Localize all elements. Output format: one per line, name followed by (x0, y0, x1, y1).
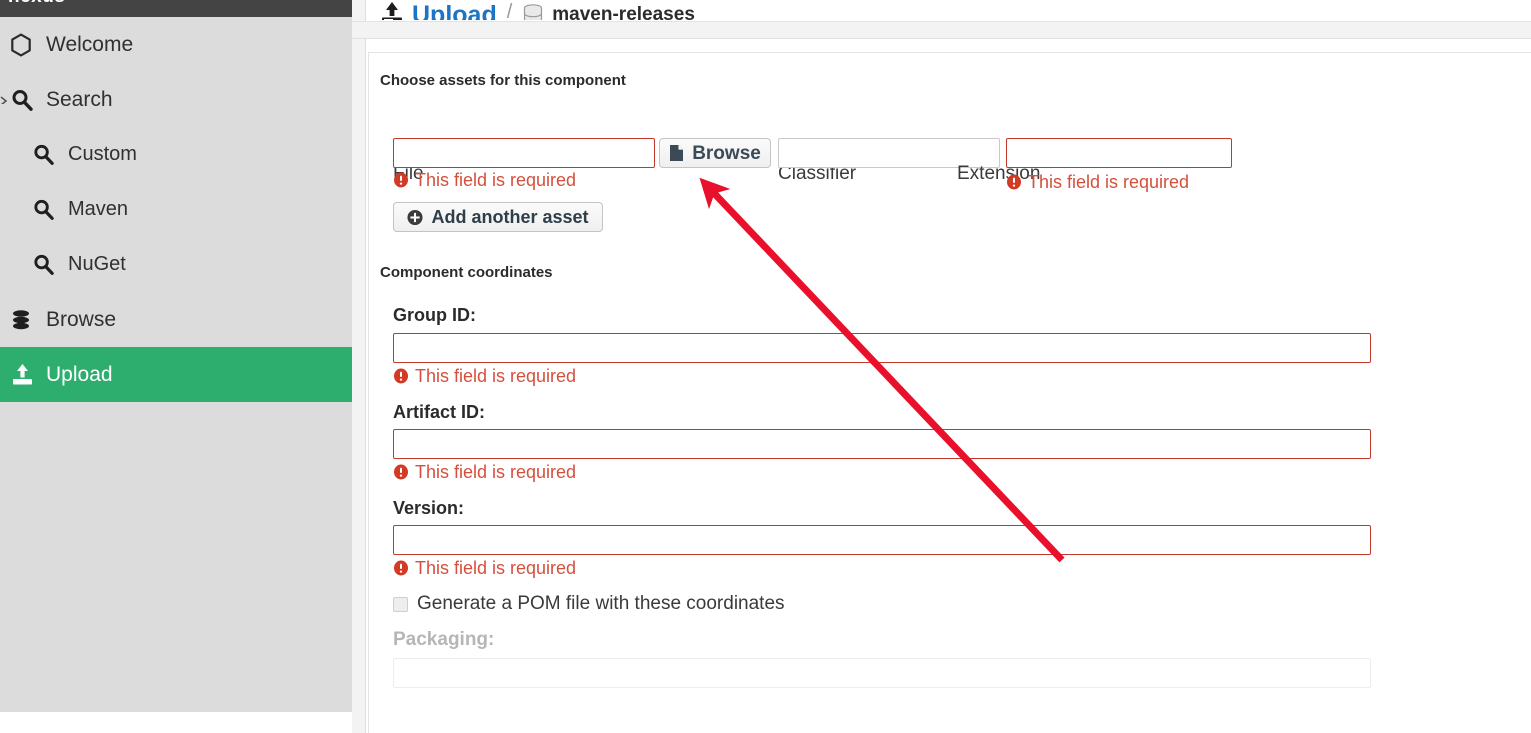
sidebar-item-welcome[interactable]: Welcome (0, 17, 352, 72)
sidebar-item-label: Browse (46, 308, 117, 331)
sidebar-item-upload[interactable]: Upload (0, 347, 352, 402)
upload-icon (10, 362, 40, 388)
sidebar-item-label: Welcome (46, 33, 134, 56)
generate-pom-row[interactable]: Generate a POM file with these coordinat… (393, 593, 785, 615)
generate-pom-label: Generate a POM file with these coordinat… (417, 593, 785, 614)
error-text: This field is required (415, 366, 577, 386)
version-label: Version: (393, 498, 465, 518)
version-error-message: This field is required (393, 559, 576, 577)
sidebar-item-search[interactable]: Search (0, 72, 352, 127)
sidebar-content-gutter (352, 0, 366, 733)
search-icon (32, 252, 62, 278)
sidebar-item-custom[interactable]: Custom (0, 127, 352, 182)
file-input[interactable] (393, 138, 655, 168)
sidebar-header-bar: nexus (0, 0, 352, 17)
error-icon (393, 172, 409, 188)
database-icon (10, 307, 40, 333)
version-input[interactable] (393, 525, 1371, 555)
add-another-asset-label: Add another asset (431, 206, 589, 227)
error-text: This field is required (1028, 172, 1190, 192)
assets-section-heading: Choose assets for this component (380, 72, 626, 89)
group-id-error-message: This field is required (393, 367, 576, 385)
sidebar-item-browse[interactable]: Browse (0, 292, 352, 347)
sidebar-logo-text: nexus (8, 0, 65, 8)
error-text: This field is required (415, 170, 577, 190)
error-icon (393, 464, 409, 480)
browse-button[interactable]: Browse (659, 138, 771, 168)
error-icon (393, 368, 409, 384)
search-icon (32, 197, 62, 223)
generate-pom-checkbox[interactable] (393, 596, 408, 612)
sidebar-item-nuget[interactable]: NuGet (0, 237, 352, 292)
breadcrumb-separator: / (506, 1, 513, 20)
upload-icon (378, 2, 406, 20)
nexus-repository-manager-app: nexus Welcome (0, 0, 1531, 733)
error-text: This field is required (415, 462, 577, 482)
sidebar-item-label: Search (46, 88, 113, 111)
error-text: This field is required (415, 558, 577, 578)
packaging-input[interactable] (393, 658, 1371, 688)
error-icon (393, 560, 409, 576)
database-icon (522, 4, 544, 20)
sidebar-item-maven[interactable]: Maven (0, 182, 352, 237)
hexagon-icon (10, 32, 40, 58)
browse-button-label: Browse (692, 142, 761, 164)
content-divider-band (352, 21, 1531, 39)
error-icon (1006, 174, 1022, 190)
group-id-input[interactable] (393, 333, 1371, 363)
search-icon (32, 142, 62, 168)
artifact-id-input[interactable] (393, 429, 1371, 459)
sidebar-nav-list: Welcome Search Custom Maven NuGet Browse… (0, 17, 352, 402)
sidebar-item-label: Maven (68, 198, 129, 220)
sidebar-item-label: Custom (68, 143, 137, 165)
artifact-id-label: Artifact ID: (393, 402, 486, 422)
coordinates-section-heading: Component coordinates (380, 264, 553, 281)
search-icon (10, 87, 40, 113)
extension-error-message: This field is required (1006, 173, 1189, 191)
sidebar-item-label: Upload (46, 363, 113, 386)
group-id-label: Group ID: (393, 305, 476, 325)
packaging-label: Packaging: (393, 629, 495, 650)
sidebar: nexus Welcome (0, 0, 352, 712)
breadcrumb-title[interactable]: Upload (412, 3, 497, 21)
file-error-message: This field is required (393, 171, 576, 189)
main-content: Upload / maven-releases Choose assets fo… (352, 0, 1531, 733)
breadcrumb-repository: maven-releases (552, 4, 695, 20)
chevron-right-icon (0, 95, 8, 104)
breadcrumb: Upload / maven-releases (367, 0, 1531, 20)
file-icon (669, 144, 684, 162)
extension-input[interactable] (1006, 138, 1232, 168)
artifact-id-error-message: This field is required (393, 463, 576, 481)
add-another-asset-button[interactable]: Add another asset (393, 202, 603, 232)
upload-form-card: Choose assets for this component File Th… (368, 52, 1531, 733)
plus-circle-icon (407, 208, 423, 226)
sidebar-item-label: NuGet (68, 253, 126, 275)
